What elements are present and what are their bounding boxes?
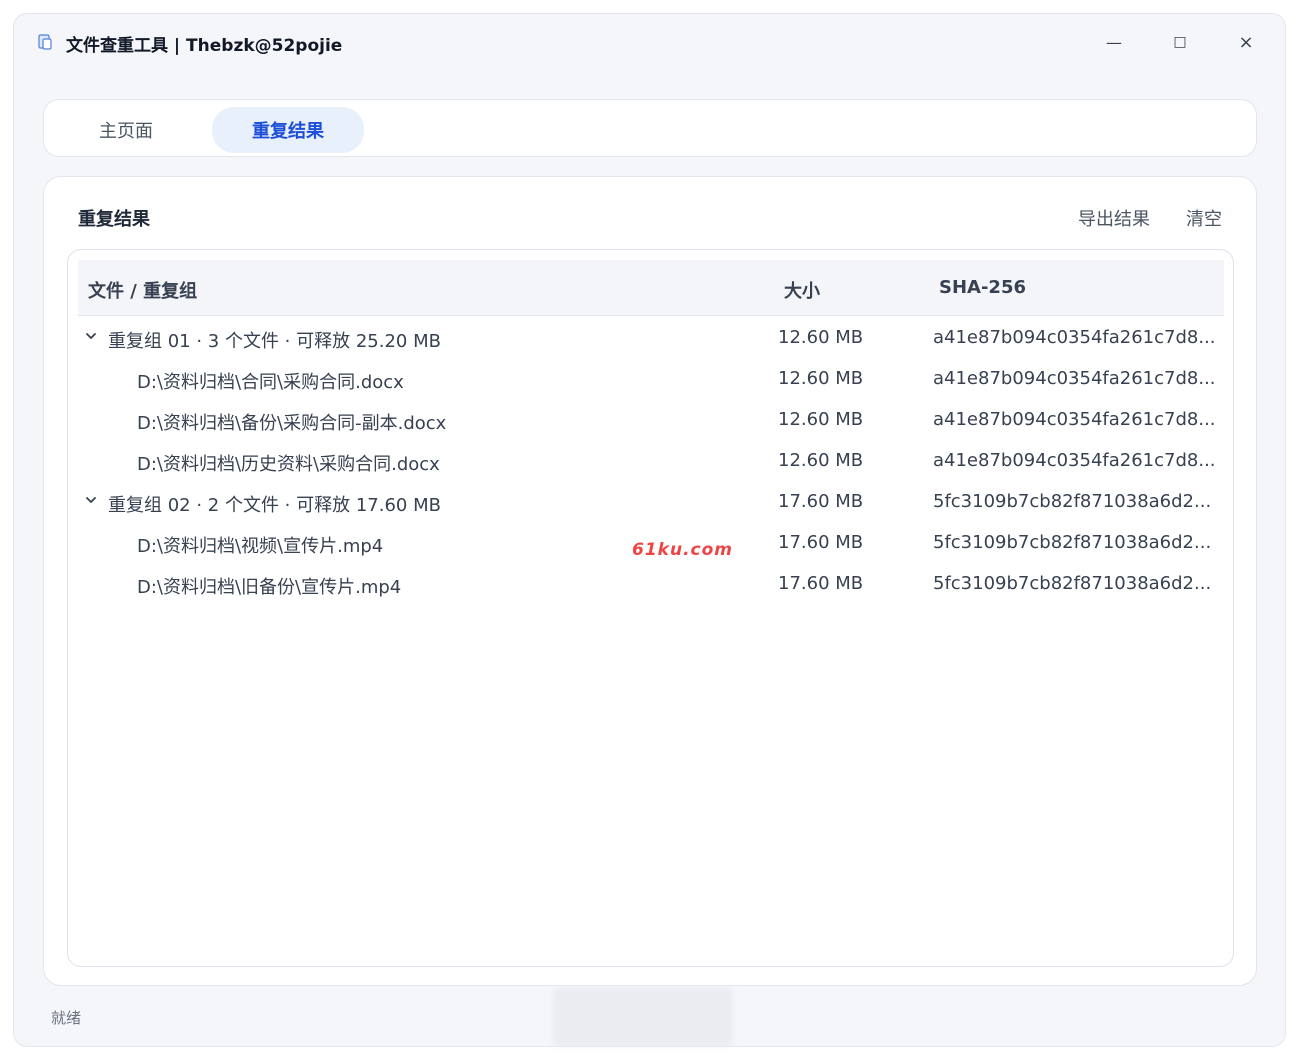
status-text: 就绪 xyxy=(51,1009,82,1027)
column-header-file[interactable]: 文件 / 重复组 xyxy=(88,277,197,303)
blurred-overlay xyxy=(553,988,733,1046)
row-size: 17.60 MB xyxy=(778,573,864,594)
row-name: 重复组 01 · 3 个文件 · 可释放 25.20 MB xyxy=(108,331,441,352)
file-row[interactable]: D:\资料归档\历史资料\采购合同.docx 12.60 MB a41e87b094… xyxy=(78,440,1224,481)
row-name: D:\资料归档\旧备份\宣传片.mp4 xyxy=(137,577,402,598)
results-table: 文件 / 重复组 大小 SHA-256 重复组 01 · 3 个文件 · 可释放… xyxy=(67,249,1234,967)
row-size: 12.60 MB xyxy=(778,409,864,430)
close-button[interactable]: × xyxy=(1226,28,1266,56)
table-header: 文件 / 重复组 大小 SHA-256 xyxy=(78,260,1224,316)
tab-home[interactable]: 主页面 xyxy=(56,107,196,153)
file-row[interactable]: D:\资料归档\备份\采购合同-副本.docx 12.60 MB a41e87b09… xyxy=(78,399,1224,440)
export-results-button[interactable]: 导出结果 xyxy=(1078,205,1150,231)
tab-bar: 主页面 重复结果 xyxy=(43,99,1257,157)
row-size: 12.60 MB xyxy=(778,368,864,389)
row-hash: a41e87b094c0354fa261c7d8... xyxy=(933,327,1216,348)
row-size: 12.60 MB xyxy=(778,327,864,348)
title-bar[interactable]: 文件查重工具 | Thebzk@52pojie — □ × xyxy=(14,14,1285,72)
maximize-button[interactable]: □ xyxy=(1160,28,1200,56)
chevron-down-icon[interactable] xyxy=(85,330,97,342)
panel-title: 重复结果 xyxy=(78,209,150,230)
results-panel: 重复结果 导出结果 清空 文件 / 重复组 大小 SHA-256 重复组 01 … xyxy=(43,176,1257,986)
row-hash: a41e87b094c0354fa261c7d8... xyxy=(933,450,1216,471)
column-header-hash[interactable]: SHA-256 xyxy=(939,277,1026,298)
group-row[interactable]: 重复组 02 · 2 个文件 · 可释放 17.60 MB 17.60 MB 5fc… xyxy=(78,481,1224,522)
clear-button[interactable]: 清空 xyxy=(1186,205,1222,231)
table-body: 重复组 01 · 3 个文件 · 可释放 25.20 MB 12.60 MB a41… xyxy=(78,317,1224,604)
row-hash: 5fc3109b7cb82f871038a6d2... xyxy=(933,491,1212,512)
window-title: 文件查重工具 | Thebzk@52pojie xyxy=(66,36,343,56)
watermark: 61ku.com xyxy=(632,540,733,560)
row-hash: 5fc3109b7cb82f871038a6d2... xyxy=(933,532,1212,553)
row-hash: a41e87b094c0354fa261c7d8... xyxy=(933,368,1216,389)
tab-results[interactable]: 重复结果 xyxy=(212,107,364,153)
row-name: D:\资料归档\视频\宣传片.mp4 xyxy=(137,536,384,557)
row-size: 17.60 MB xyxy=(778,491,864,512)
row-name: D:\资料归档\历史资料\采购合同.docx xyxy=(137,454,440,475)
document-icon xyxy=(38,34,52,50)
row-name: 重复组 02 · 2 个文件 · 可释放 17.60 MB xyxy=(108,495,441,516)
column-header-size[interactable]: 大小 xyxy=(784,277,820,303)
row-name: D:\资料归档\合同\采购合同.docx xyxy=(137,372,404,393)
row-hash: a41e87b094c0354fa261c7d8... xyxy=(933,409,1216,430)
row-name: D:\资料归档\备份\采购合同-副本.docx xyxy=(137,413,447,434)
row-hash: 5fc3109b7cb82f871038a6d2... xyxy=(933,573,1212,594)
minimize-button[interactable]: — xyxy=(1094,28,1134,56)
group-row[interactable]: 重复组 01 · 3 个文件 · 可释放 25.20 MB 12.60 MB a41… xyxy=(78,317,1224,358)
app-window: 文件查重工具 | Thebzk@52pojie — □ × 主页面 重复结果 重… xyxy=(13,13,1286,1047)
row-size: 17.60 MB xyxy=(778,532,864,553)
file-row[interactable]: D:\资料归档\旧备份\宣传片.mp4 17.60 MB 5fc3109b7cb82… xyxy=(78,563,1224,604)
row-size: 12.60 MB xyxy=(778,450,864,471)
chevron-down-icon[interactable] xyxy=(85,494,97,506)
file-row[interactable]: D:\资料归档\合同\采购合同.docx 12.60 MB a41e87b094c0… xyxy=(78,358,1224,399)
